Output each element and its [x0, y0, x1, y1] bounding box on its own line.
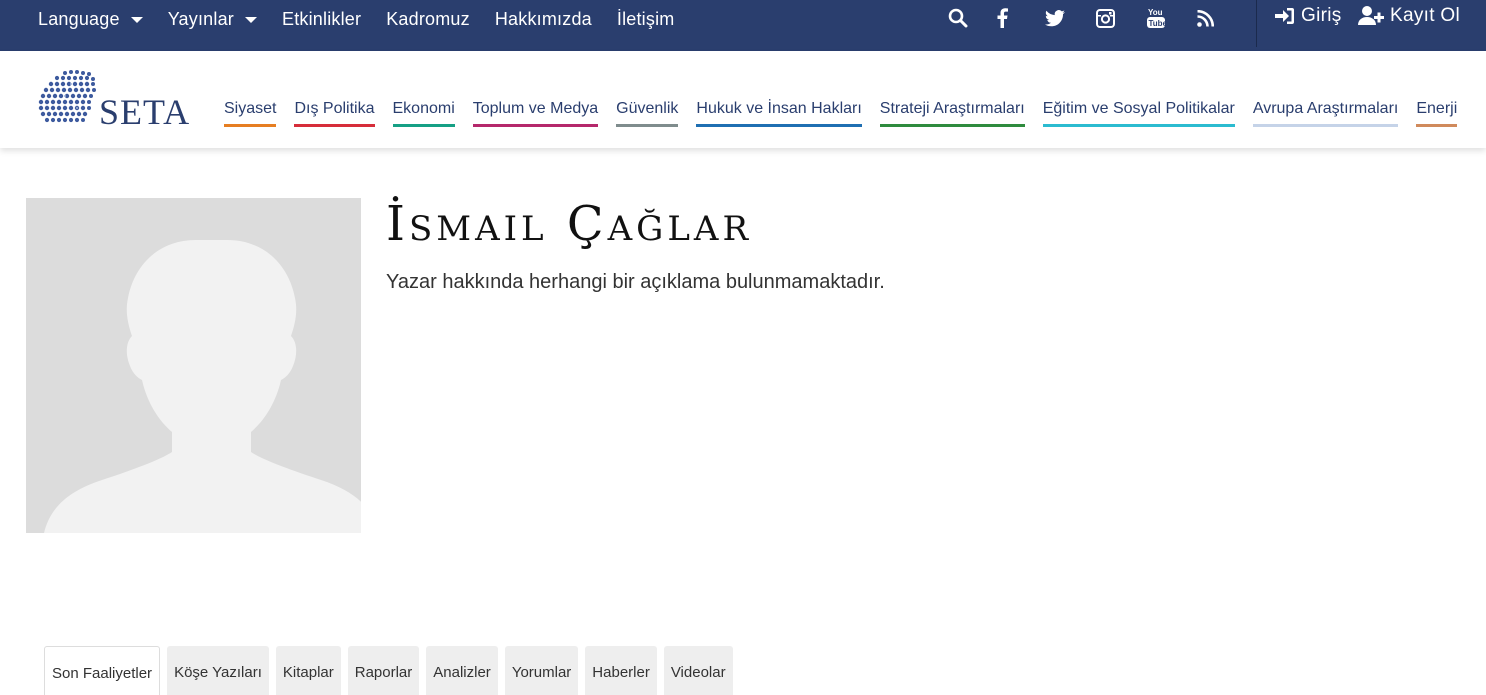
facebook-icon[interactable]	[996, 0, 1008, 36]
nav-yayinlar-dropdown[interactable]: Yayınlar	[168, 9, 257, 30]
nav-language-dropdown[interactable]: Language	[38, 9, 143, 30]
rss-icon[interactable]	[1197, 0, 1214, 36]
nav-language-label: Language	[38, 8, 120, 29]
twitter-icon[interactable]	[1045, 0, 1065, 36]
search-icon[interactable]	[948, 0, 968, 36]
author-photo-placeholder	[26, 198, 361, 533]
tab-son-faaliyetler[interactable]: Son Faaliyetler	[44, 646, 161, 695]
instagram-icon[interactable]	[1096, 0, 1115, 36]
login-link[interactable]: Giriş	[1275, 5, 1342, 27]
category-ekonomi[interactable]: Ekonomi	[392, 100, 455, 127]
topbar-divider	[1256, 0, 1257, 47]
nav-kadromuz-link[interactable]: Kadromuz	[386, 9, 470, 30]
logo-text: SETA	[99, 92, 191, 132]
author-name: İsmail Çağlar	[386, 196, 753, 252]
category-siyaset[interactable]: Siyaset	[224, 100, 277, 127]
top-navbar: Language Yayınlar Etkinlikler Kadromuz H…	[0, 0, 1486, 51]
nav-yayinlar-label: Yayınlar	[167, 8, 234, 29]
category-menu: Siyaset Dış Politika Ekonomi Toplum ve M…	[224, 100, 1475, 127]
category-dis-politika[interactable]: Dış Politika	[294, 100, 375, 127]
nav-iletisim-link[interactable]: İletişim	[617, 9, 675, 30]
category-enerji[interactable]: Enerji	[1416, 100, 1458, 127]
tab-haberler[interactable]: Haberler	[585, 646, 657, 695]
seta-logo[interactable]: SETA	[37, 69, 189, 132]
nav-hakkimizda-link[interactable]: Hakkımızda	[495, 9, 592, 30]
youtube-icon[interactable]: You Tube	[1147, 0, 1165, 36]
category-toplum-ve-medya[interactable]: Toplum ve Medya	[472, 100, 599, 127]
caret-down-icon	[244, 17, 257, 23]
site-header: SETA Siyaset Dış Politika Ekonomi Toplum…	[0, 51, 1486, 148]
register-label: Kayıt Ol	[1390, 5, 1460, 26]
tab-videolar[interactable]: Videolar	[663, 646, 733, 695]
tab-raporlar[interactable]: Raporlar	[347, 646, 420, 695]
tab-kitaplar[interactable]: Kitaplar	[275, 646, 341, 695]
register-link[interactable]: Kayıt Ol	[1358, 5, 1460, 27]
tab-yorumlar[interactable]: Yorumlar	[504, 646, 579, 695]
category-guvenlik[interactable]: Güvenlik	[616, 100, 679, 127]
svg-text:You: You	[1148, 8, 1163, 17]
caret-down-icon	[130, 17, 143, 23]
nav-etkinlikler-link[interactable]: Etkinlikler	[282, 9, 361, 30]
author-description: Yazar hakkında herhangi bir açıklama bul…	[386, 271, 885, 293]
user-plus-icon	[1358, 6, 1384, 25]
category-strateji-arastirmalari[interactable]: Strateji Araştırmaları	[879, 100, 1025, 127]
avatar-silhouette-icon	[26, 198, 361, 533]
tab-kose-yazilari[interactable]: Köşe Yazıları	[167, 646, 269, 695]
svg-text:Tube: Tube	[1149, 19, 1166, 28]
globe-dots-icon	[38, 70, 96, 123]
author-content-tabs: Son Faaliyetler Köşe Yazıları Kitaplar R…	[44, 646, 740, 695]
login-label: Giriş	[1301, 5, 1342, 26]
category-avrupa-arastirmalari[interactable]: Avrupa Araştırmaları	[1252, 100, 1399, 127]
top-nav-menu: Language Yayınlar Etkinlikler Kadromuz H…	[38, 0, 699, 38]
category-hukuk-ve-insan-haklari[interactable]: Hukuk ve İnsan Hakları	[696, 100, 862, 127]
sign-in-icon	[1275, 8, 1294, 24]
category-egitim-ve-sosyal-politikalar[interactable]: Eğitim ve Sosyal Politikalar	[1042, 100, 1235, 127]
tab-analizler[interactable]: Analizler	[426, 646, 498, 695]
